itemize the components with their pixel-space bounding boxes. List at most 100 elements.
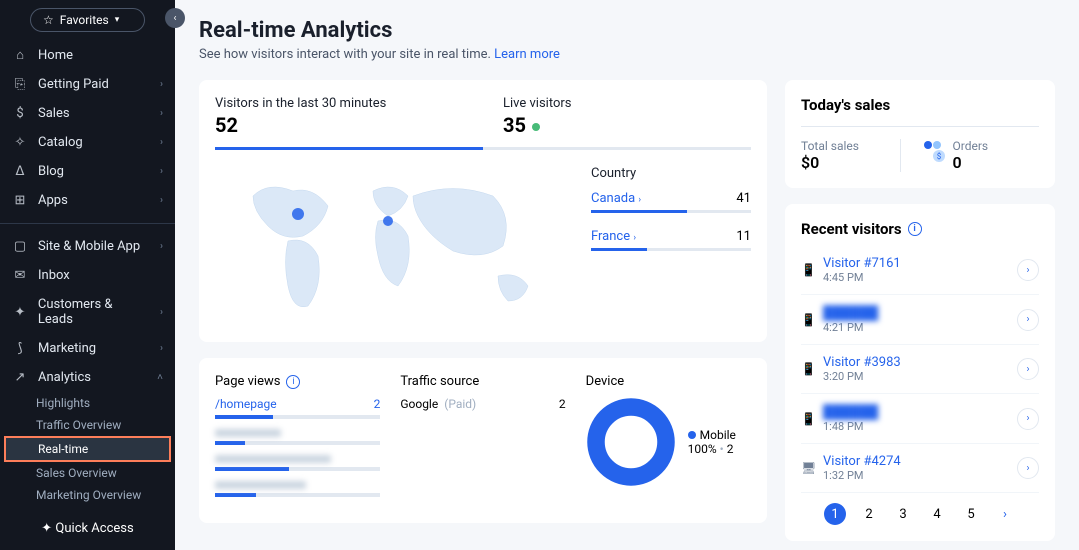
page-button[interactable]: 5: [960, 503, 982, 525]
live-visitors-label: Live visitors: [503, 96, 751, 111]
world-map-svg: [233, 166, 553, 326]
nav-item[interactable]: $Sales›: [0, 99, 175, 128]
nav-item[interactable]: ✦Customers & Leads›: [0, 290, 175, 334]
country-label: Country: [591, 166, 751, 181]
visitors-bar: [215, 147, 751, 150]
page-button[interactable]: 3: [892, 503, 914, 525]
page-button[interactable]: 1: [824, 503, 846, 525]
visitor-row: 📱Visitor #71614:45 PM›: [801, 246, 1039, 295]
nav-icon: $: [12, 106, 28, 121]
country-row[interactable]: Canada ›41: [591, 191, 751, 213]
world-map[interactable]: [215, 166, 571, 326]
next-page-button[interactable]: ›: [994, 503, 1016, 525]
traffic-source-name: Google: [400, 397, 438, 411]
chevron-right-icon: ›: [160, 241, 163, 252]
nav-item[interactable]: ↗Analytics˄: [0, 363, 175, 392]
page-button[interactable]: 2: [858, 503, 880, 525]
orders-label: Orders: [953, 139, 1040, 153]
visitor-row: 📱██████1:48 PM›: [801, 394, 1039, 444]
visitor-arrow-button[interactable]: ›: [1017, 309, 1039, 331]
nav-icon: ⊞: [12, 193, 28, 208]
orders-value: 0: [953, 153, 1040, 172]
sales-card: Today's sales Total sales $0 $ Orders 0: [785, 80, 1055, 188]
visitor-name[interactable]: ██████: [823, 404, 1017, 420]
nav-icon: ↗: [12, 370, 28, 385]
visitor-arrow-button[interactable]: ›: [1017, 259, 1039, 281]
sub-nav-item[interactable]: Traffic Overview: [0, 414, 175, 436]
info-icon[interactable]: i: [908, 222, 922, 236]
nav-icon: ✦: [12, 305, 28, 320]
page-title: Real-time Analytics: [199, 18, 1055, 43]
sparkle-icon: ✦: [41, 521, 52, 536]
chevron-right-icon: ›: [160, 195, 163, 206]
nav-icon: ᐃ: [12, 164, 28, 179]
sub-nav-item[interactable]: Marketing Overview: [0, 484, 175, 506]
page-button[interactable]: 4: [926, 503, 948, 525]
sidebar: ☆ Favorites ▾ ‹ ⌂Home⎘Getting Paid›$Sale…: [0, 0, 175, 550]
map-dot-france: [383, 216, 393, 226]
sales-title: Today's sales: [801, 96, 1039, 114]
visitor-arrow-button[interactable]: ›: [1017, 408, 1039, 430]
learn-more-link[interactable]: Learn more: [494, 47, 560, 62]
visitors-card: Visitors in the last 30 minutes 52 Live …: [199, 80, 767, 342]
nav-item[interactable]: ▢Site & Mobile App›: [0, 232, 175, 261]
total-sales-label: Total sales: [801, 139, 888, 153]
live-visitors-value: 35: [503, 113, 751, 137]
mobile-icon: 📱: [801, 362, 815, 376]
visitor-name[interactable]: Visitor #4274: [823, 454, 1017, 469]
bottom-card: Page viewsi /homepage2 Traffic source Go…: [199, 358, 767, 523]
nav-item[interactable]: ⎘Getting Paid›: [0, 70, 175, 99]
visitor-row: 📱 Visitor #39833:20 PM›: [801, 345, 1039, 394]
visitor-time: 4:45 PM: [823, 271, 1017, 284]
chevron-right-icon: ›: [160, 137, 163, 148]
visitor-time: 3:20 PM: [823, 370, 1017, 383]
chevron-right-icon: ›: [160, 343, 163, 354]
country-row[interactable]: France ›11: [591, 229, 751, 251]
info-icon[interactable]: i: [286, 375, 300, 389]
nav-icon: ✉: [12, 268, 28, 283]
map-dot-canada: [292, 208, 304, 220]
chevron-right-icon: ›: [160, 307, 163, 318]
favorites-label: Favorites: [60, 13, 109, 27]
collapse-sidebar-button[interactable]: ‹: [165, 8, 185, 28]
live-dot-icon: [532, 123, 540, 131]
sub-nav-item[interactable]: Real-time: [4, 436, 171, 462]
recent-visitors-card: Recent visitorsi 📱Visitor #71614:45 PM›📱…: [785, 204, 1055, 541]
sales-icon: $: [913, 139, 953, 168]
device-donut-chart: [586, 397, 676, 487]
page-view-name[interactable]: /homepage: [215, 397, 277, 411]
nav-item[interactable]: ✧Catalog›: [0, 128, 175, 157]
chevron-right-icon: ›: [160, 108, 163, 119]
recent-visitors-title: Recent visitors: [801, 220, 902, 238]
nav-item[interactable]: ᐃBlog›: [0, 157, 175, 186]
visitor-arrow-button[interactable]: ›: [1017, 358, 1039, 380]
favorites-button[interactable]: ☆ Favorites ▾: [30, 8, 145, 32]
chevron-right-icon: ›: [160, 79, 163, 90]
quick-access-button[interactable]: ✦ Quick Access: [0, 507, 175, 550]
sub-nav-item[interactable]: Highlights: [0, 392, 175, 414]
nav-icon: ⟆: [12, 341, 28, 356]
traffic-source-section: Traffic source Google(Paid)2: [400, 374, 565, 507]
page-views-section: Page viewsi /homepage2: [215, 374, 380, 507]
nav-item[interactable]: ⊞Apps›: [0, 186, 175, 215]
visitor-name[interactable]: Visitor #3983: [823, 355, 1017, 370]
visitors-30min-value: 52: [215, 113, 463, 137]
nav-icon: ⌂: [12, 47, 28, 63]
legend-dot-icon: [688, 431, 696, 439]
nav-item[interactable]: ⌂Home: [0, 40, 175, 70]
sub-nav-item[interactable]: Sales Overview: [0, 462, 175, 484]
visitors-30min-label: Visitors in the last 30 minutes: [215, 96, 463, 111]
mobile-icon: 📱: [801, 412, 815, 426]
visitor-row: 📱██████4:21 PM›: [801, 295, 1039, 345]
page-view-value: 2: [374, 397, 381, 411]
visitor-arrow-button[interactable]: ›: [1017, 457, 1039, 479]
visitor-time: 1:32 PM: [823, 469, 1017, 482]
chevron-down-icon: ▾: [115, 15, 120, 25]
pagination: 12345 ›: [801, 503, 1039, 525]
nav-item[interactable]: ⟆Marketing›: [0, 334, 175, 363]
visitor-name[interactable]: ██████: [823, 305, 1017, 321]
nav-icon: ✧: [12, 135, 28, 150]
svg-text:$: $: [936, 152, 941, 161]
visitor-name[interactable]: Visitor #7161: [823, 256, 1017, 271]
nav-item[interactable]: ✉Inbox: [0, 261, 175, 290]
